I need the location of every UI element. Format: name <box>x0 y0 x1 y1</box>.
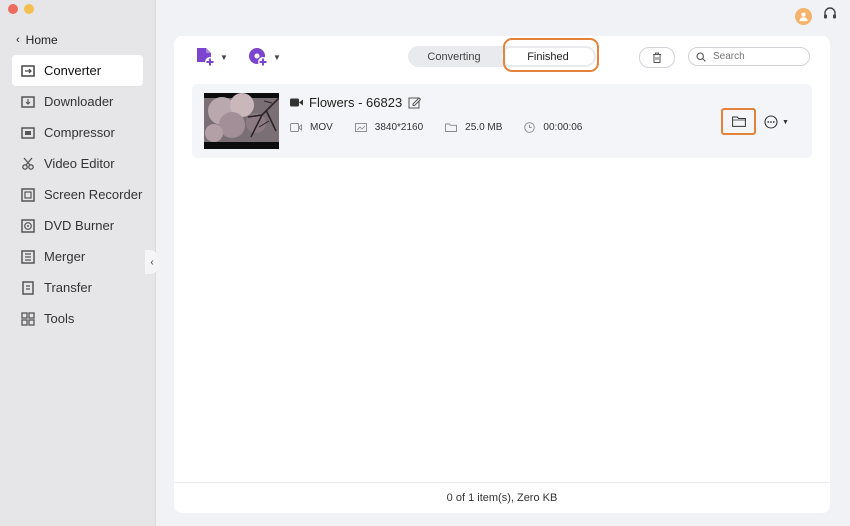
chevron-down-icon: ▼ <box>273 52 281 62</box>
chevron-down-icon: ▼ <box>220 52 228 62</box>
more-options-button[interactable]: ▼ <box>764 115 789 129</box>
status-tabs: Converting Finished <box>408 46 596 67</box>
sidebar-nav: Converter Downloader Compressor Video Ed… <box>12 55 143 334</box>
toolbar: ▼ ▼ Converting Finished <box>174 36 830 82</box>
sidebar-item-compressor[interactable]: Compressor <box>12 117 143 148</box>
video-editor-icon <box>22 157 34 170</box>
video-format-icon <box>290 123 302 132</box>
sidebar-item-merger[interactable]: Merger <box>12 241 143 272</box>
top-right-actions <box>795 6 838 27</box>
transfer-icon <box>22 280 34 295</box>
close-window-button[interactable] <box>8 4 18 14</box>
sidebar-item-label: Tools <box>44 311 75 326</box>
chevron-down-icon: ▼ <box>782 118 789 126</box>
window-controls <box>8 4 34 14</box>
user-icon <box>799 12 808 22</box>
sidebar-item-label: Converter <box>44 63 102 78</box>
sidebar-item-label: Video Editor <box>44 156 115 171</box>
dvd-burner-icon <box>21 218 35 233</box>
format-info: MOV <box>290 122 333 133</box>
file-resolution: 3840*2160 <box>374 122 424 133</box>
duration-info: 00:00:06 <box>524 122 582 133</box>
tab-finished[interactable]: Finished <box>502 48 594 65</box>
home-label: Home <box>25 33 58 47</box>
collapse-sidebar-button[interactable]: ‹ <box>145 250 159 274</box>
video-thumbnail[interactable] <box>204 93 279 149</box>
file-title: Flowers - 66823 <box>290 95 422 110</box>
sidebar-item-dvd-burner[interactable]: DVD Burner <box>12 210 143 241</box>
file-row[interactable]: Flowers - 66823 MOV 3840*2160 25.0 MB 00… <box>192 84 812 158</box>
sidebar-item-label: Compressor <box>44 125 115 140</box>
sidebar-item-screen-recorder[interactable]: Screen Recorder <box>12 179 143 210</box>
merger-icon <box>21 249 35 264</box>
screen-recorder-icon <box>21 187 35 202</box>
add-file-icon <box>197 48 215 67</box>
tab-converting[interactable]: Converting <box>408 46 500 67</box>
compressor-icon <box>21 126 35 139</box>
sidebar-item-downloader[interactable]: Downloader <box>12 86 143 117</box>
resolution-icon <box>354 123 367 132</box>
resolution-info: 3840*2160 <box>354 122 424 133</box>
minimize-window-button[interactable] <box>24 4 34 14</box>
search-input[interactable] <box>711 50 805 63</box>
open-folder-button[interactable] <box>721 108 756 135</box>
folder-size-icon <box>445 123 458 132</box>
edit-icon[interactable] <box>408 96 422 109</box>
main-panel: ▼ ▼ Converting Finished Search Flowers -… <box>174 36 830 513</box>
delete-all-button[interactable] <box>639 47 675 68</box>
file-duration: 00:00:06 <box>543 122 583 133</box>
more-icon <box>764 115 778 129</box>
chevron-left-icon: ‹ <box>16 34 20 46</box>
home-link[interactable]: ‹ Home <box>16 33 58 47</box>
chevron-left-icon: ‹ <box>150 256 154 268</box>
tools-icon <box>21 311 35 326</box>
converter-icon <box>21 64 35 77</box>
add-dvd-button[interactable]: ▼ <box>247 46 281 68</box>
folder-icon <box>731 116 746 127</box>
sidebar-item-label: DVD Burner <box>44 218 115 233</box>
search-box[interactable] <box>688 47 810 66</box>
size-info: 25.0 MB <box>445 122 502 133</box>
file-name: Flowers - 66823 <box>309 95 403 110</box>
file-format: MOV <box>310 122 333 133</box>
avatar[interactable] <box>795 8 812 25</box>
sidebar-item-label: Screen Recorder <box>44 187 143 202</box>
sidebar-item-video-editor[interactable]: Video Editor <box>12 148 143 179</box>
sidebar-item-converter[interactable]: Converter <box>12 55 143 86</box>
video-camera-icon <box>290 98 303 107</box>
trash-icon <box>653 52 661 63</box>
file-size: 25.0 MB <box>465 122 503 133</box>
file-meta: MOV 3840*2160 25.0 MB 00:00:06 <box>290 122 604 133</box>
sidebar-item-label: Merger <box>44 249 86 264</box>
sidebar-item-label: Downloader <box>44 94 114 109</box>
search-icon <box>696 51 706 62</box>
sidebar-item-label: Transfer <box>44 280 92 295</box>
add-dvd-icon <box>249 48 268 67</box>
downloader-icon <box>21 95 35 108</box>
status-text: 0 of 1 item(s), Zero KB <box>446 492 558 504</box>
flowers-thumbnail-image <box>204 93 279 142</box>
sidebar-item-tools[interactable]: Tools <box>12 303 143 334</box>
status-bar: 0 of 1 item(s), Zero KB <box>174 482 830 513</box>
sidebar: ‹ Home Converter Downloader Compressor V… <box>0 0 156 526</box>
headset-icon[interactable] <box>822 6 838 27</box>
sidebar-item-transfer[interactable]: Transfer <box>12 272 143 303</box>
clock-icon <box>524 122 536 133</box>
add-files-button[interactable]: ▼ <box>194 46 228 68</box>
